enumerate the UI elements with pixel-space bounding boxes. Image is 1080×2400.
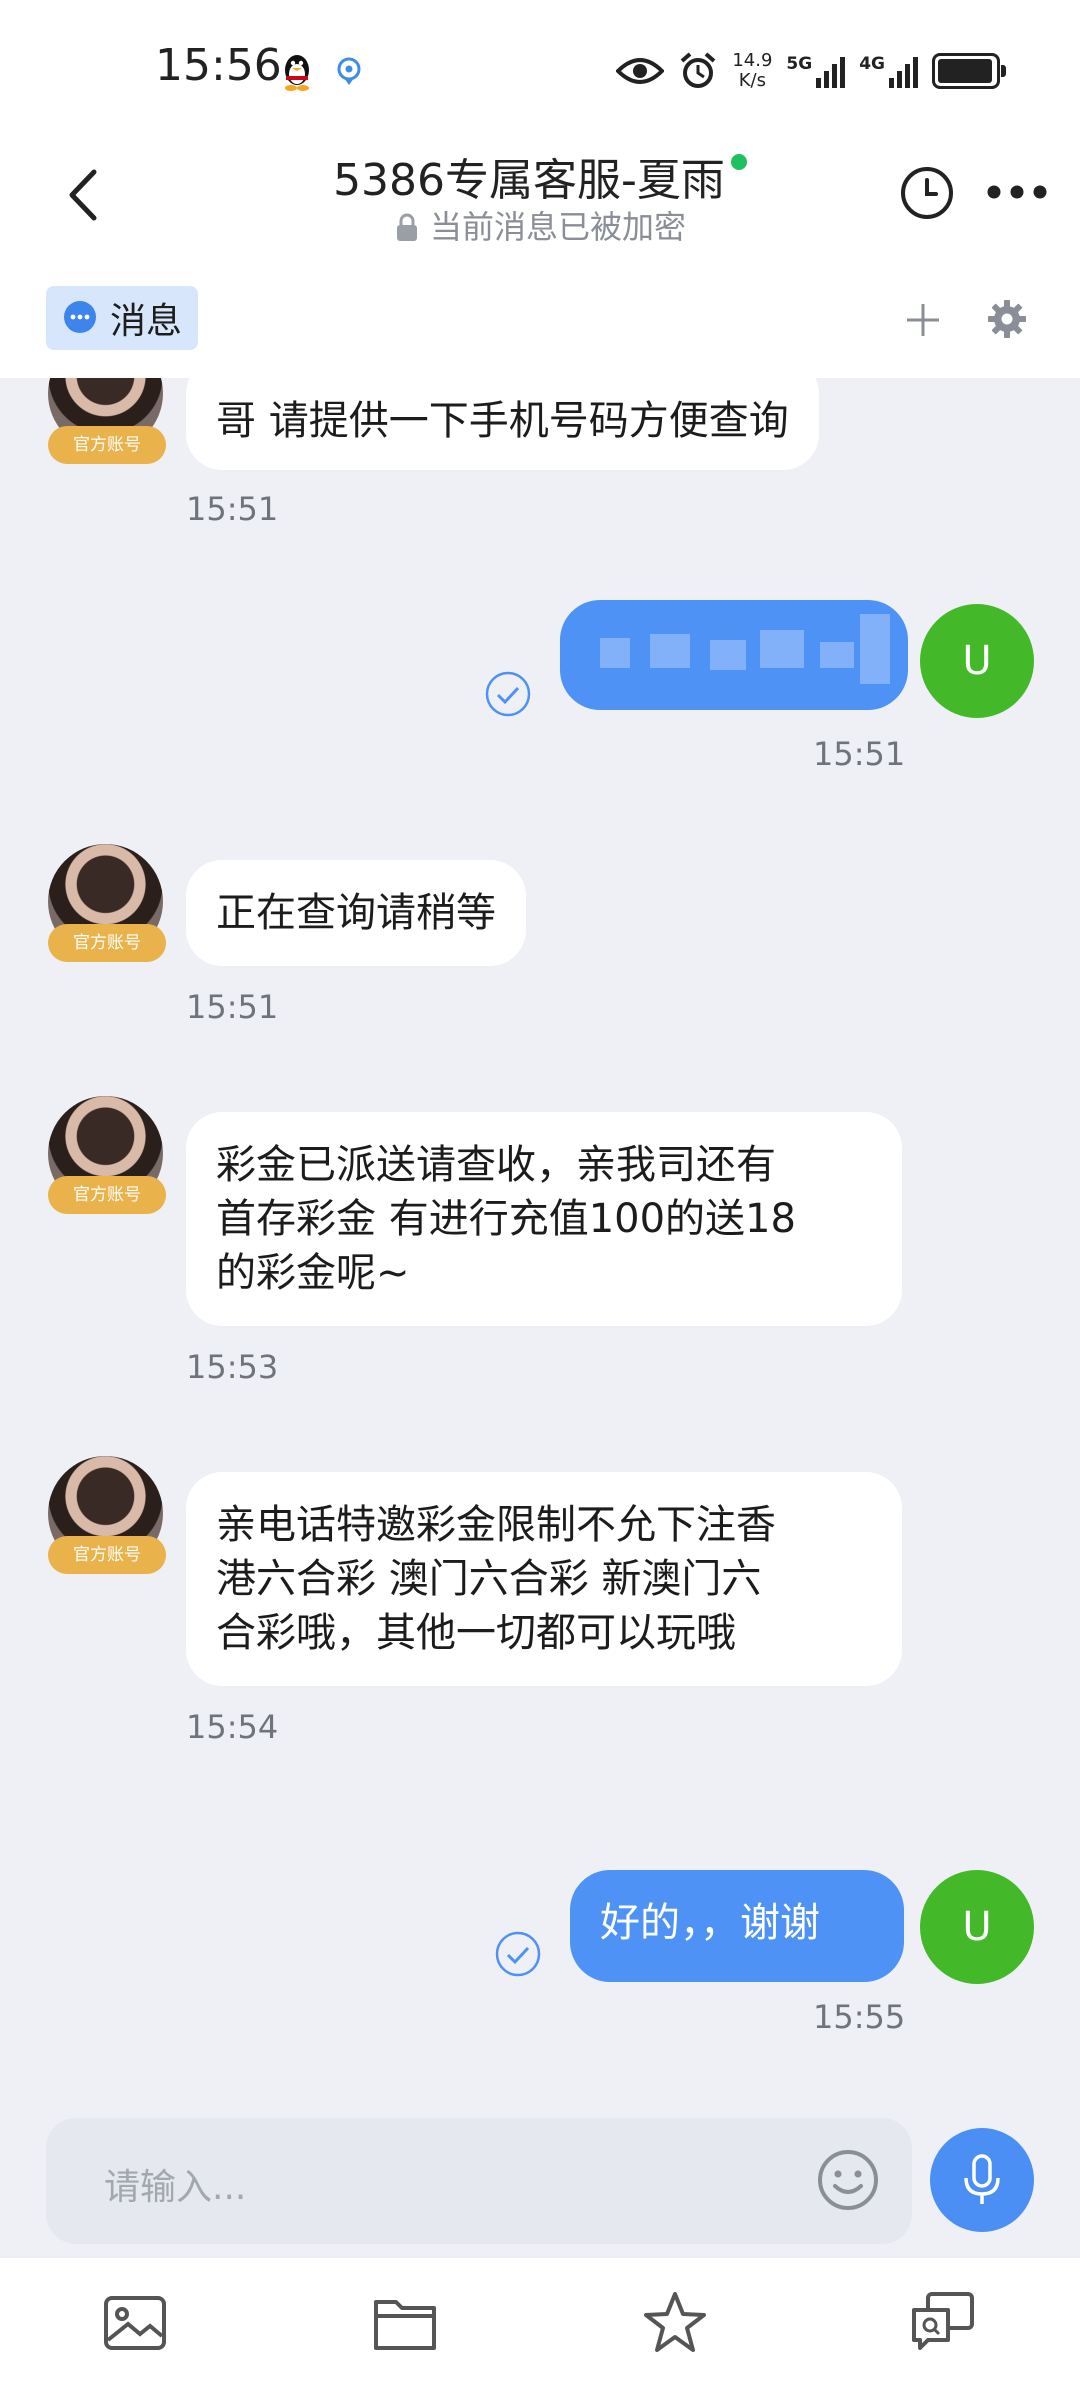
- battery-icon: [932, 53, 1006, 89]
- lock-icon: [396, 213, 417, 241]
- message-time: 15:51: [186, 490, 279, 528]
- online-status-dot: [730, 154, 747, 170]
- official-account-badge: 官方账号: [48, 1176, 166, 1214]
- message-bubble-incoming[interactable]: 哥 请提供一下手机号码方便查询: [186, 378, 819, 470]
- location-icon: [337, 57, 361, 85]
- more-icon[interactable]: [986, 184, 1048, 200]
- message-time: 15:55: [813, 1998, 906, 2036]
- official-account-badge: 官方账号: [48, 426, 166, 464]
- message-bubble-incoming[interactable]: 亲电话特邀彩金限制不允下注香 港六合彩 澳门六合彩 新澳门六 合彩哦，其他一切都…: [186, 1472, 902, 1686]
- alarm-icon: [681, 52, 716, 88]
- attachment-toolbar: [0, 2258, 1080, 2400]
- signal-4g: 4G: [859, 54, 918, 88]
- signal-bars-icon: [816, 54, 846, 88]
- status-bar: 15:56 14.9 K/s 5G 4G: [0, 0, 1080, 130]
- chat-header: 5386专属客服-夏雨 当前消息已被加密: [0, 130, 1080, 270]
- eye-icon: [616, 58, 665, 84]
- message-tab-icon: [64, 301, 96, 333]
- message-bubble-incoming[interactable]: 正在查询请稍等: [186, 860, 526, 966]
- signal-bars-icon: [889, 54, 918, 88]
- voice-button[interactable]: [930, 2128, 1034, 2232]
- folder-icon[interactable]: [370, 2288, 440, 2358]
- chat-messages[interactable]: 官方账号 哥 请提供一下手机号码方便查询 15:51 U 15:51 官方账号 …: [0, 378, 1080, 2098]
- status-indicators: 14.9 K/s 5G 4G: [616, 46, 1006, 96]
- message-time: 15:51: [186, 988, 279, 1026]
- message-bubble-outgoing[interactable]: 好的，，谢谢: [570, 1870, 904, 1982]
- star-icon[interactable]: [640, 2288, 710, 2358]
- tab-messages[interactable]: 消息: [46, 286, 199, 350]
- message-time: 15:54: [186, 1708, 279, 1746]
- message-input[interactable]: 请输入...: [46, 2118, 912, 2244]
- net-speed: 14.9 K/s: [732, 50, 773, 91]
- history-icon[interactable]: [898, 164, 956, 222]
- tab-bar: 消息: [0, 270, 1080, 378]
- composer: 请输入...: [0, 2098, 1080, 2258]
- message-bubble-outgoing-blurred[interactable]: [560, 600, 908, 710]
- check-icon: [495, 1931, 541, 1977]
- qq-penguin-icon: [285, 55, 309, 91]
- message-time: 15:51: [813, 735, 906, 773]
- signal-5g: 5G: [786, 54, 846, 88]
- official-account-badge: 官方账号: [48, 924, 166, 962]
- check-icon: [485, 671, 531, 717]
- chat-search-icon[interactable]: [908, 2288, 978, 2358]
- gear-icon[interactable]: [986, 298, 1028, 340]
- mic-icon: [964, 2154, 1000, 2204]
- official-account-badge: 官方账号: [48, 1536, 166, 1574]
- input-placeholder: 请输入...: [104, 2167, 247, 2208]
- image-icon[interactable]: [100, 2288, 170, 2358]
- status-time: 15:56: [155, 40, 282, 91]
- user-avatar[interactable]: U: [920, 1870, 1034, 1984]
- plus-icon[interactable]: [903, 300, 943, 340]
- message-time: 15:53: [186, 1348, 279, 1386]
- message-bubble-incoming[interactable]: 彩金已派送请查收，亲我司还有 首存彩金 有进行充值100的送18 的彩金呢~: [186, 1112, 902, 1326]
- emoji-icon[interactable]: [816, 2148, 880, 2212]
- user-avatar[interactable]: U: [920, 604, 1034, 718]
